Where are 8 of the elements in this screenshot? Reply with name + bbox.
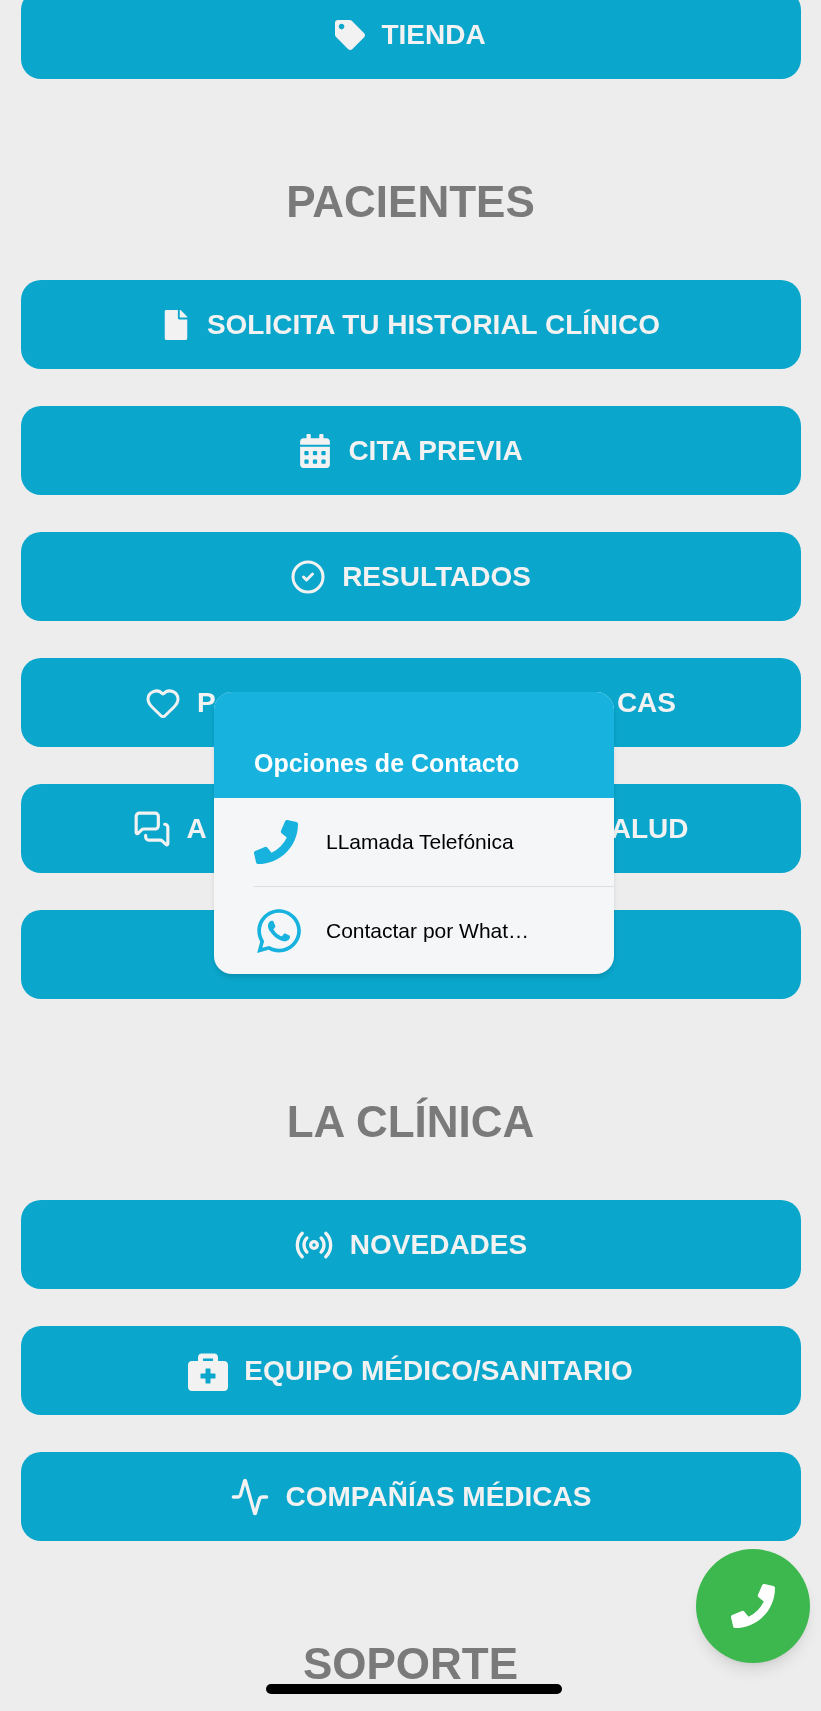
button-label: A [186,811,207,846]
section-heading: PACIENTES [286,176,535,228]
section-heading: LA CLÍNICA [286,1096,535,1148]
section-heading: SOPORTE [302,1638,519,1690]
button-label: CAS [616,685,676,720]
button-label: P [197,685,216,720]
popup-title: Opciones de Contacto [254,747,520,779]
button-label: ALUD [610,811,689,846]
